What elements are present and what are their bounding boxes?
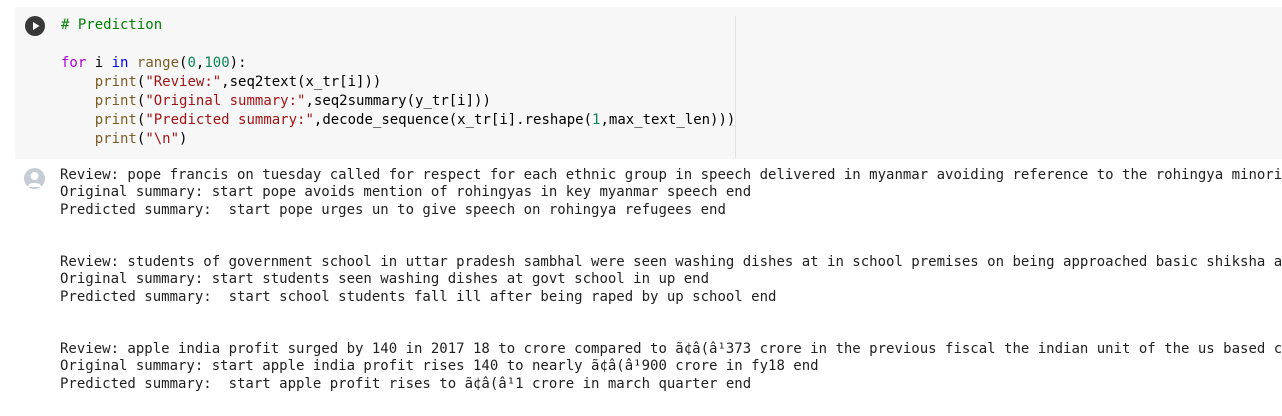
code-token: "Review:"	[145, 74, 222, 90]
code-token: ,max_text_len)))	[600, 112, 736, 128]
code-token: "Predicted summary:"	[145, 112, 314, 128]
code-token: ):	[229, 55, 247, 71]
code-line[interactable]: print("Predicted summary:",decode_sequen…	[61, 111, 736, 130]
code-line[interactable]: print("\n")	[61, 130, 188, 149]
output-line: Review: apple india profit surged by 140…	[60, 340, 1282, 357]
output-line: Original summary: start pope avoids ment…	[60, 184, 752, 201]
play-icon	[33, 22, 40, 30]
output-line: Review: students of government school in…	[60, 253, 1282, 270]
code-token: ,seq2text(x_tr[i]))	[221, 74, 382, 90]
code-token: i	[86, 55, 112, 71]
code-line[interactable]: for i in range(0,100):	[61, 54, 247, 73]
code-token: 100	[204, 55, 230, 71]
code-token: 0	[187, 55, 196, 71]
code-cell[interactable]: # Prediction for i in range(0,100): print…	[15, 7, 1282, 159]
run-cell-button[interactable]	[25, 16, 45, 36]
code-token: print	[94, 112, 137, 128]
code-token: in	[111, 55, 129, 71]
code-line[interactable]: # Prediction	[61, 16, 162, 35]
output-line: Predicted summary: start pope urges un t…	[60, 201, 726, 218]
output-line: Predicted summary: start school students…	[60, 288, 777, 305]
code-line[interactable]: print("Review:",seq2text(x_tr[i]))	[61, 73, 382, 92]
code-token: "\n"	[145, 131, 180, 147]
code-token: range	[136, 55, 180, 71]
code-token: "Original summary:"	[145, 93, 306, 109]
output-text: Review: pope francis on tuesday called f…	[60, 167, 1282, 416]
output-line: Review: pope francis on tuesday called f…	[60, 167, 1282, 183]
user-avatar-icon	[24, 168, 45, 189]
code-token: print	[94, 74, 137, 90]
output-line: Original summary: start apple india prof…	[60, 358, 819, 375]
code-line[interactable]: print("Original summary:",seq2summary(y_…	[61, 92, 491, 111]
code-token: )	[179, 131, 188, 147]
output-line: Predicted summary: start apple profit ri…	[60, 375, 752, 392]
code-token: print	[94, 93, 137, 109]
code-ruler	[735, 16, 736, 158]
output-line: Original summary: start students seen wa…	[60, 271, 710, 288]
code-token: for	[61, 55, 87, 71]
code-token: ,seq2summary(y_tr[i]))	[305, 93, 491, 109]
code-token: ,decode_sequence(x_tr[i].reshape(	[313, 112, 593, 128]
code-token: print	[94, 131, 137, 147]
code-token: # Prediction	[61, 17, 163, 33]
cell-output: Review: pope francis on tuesday called f…	[15, 159, 1282, 416]
